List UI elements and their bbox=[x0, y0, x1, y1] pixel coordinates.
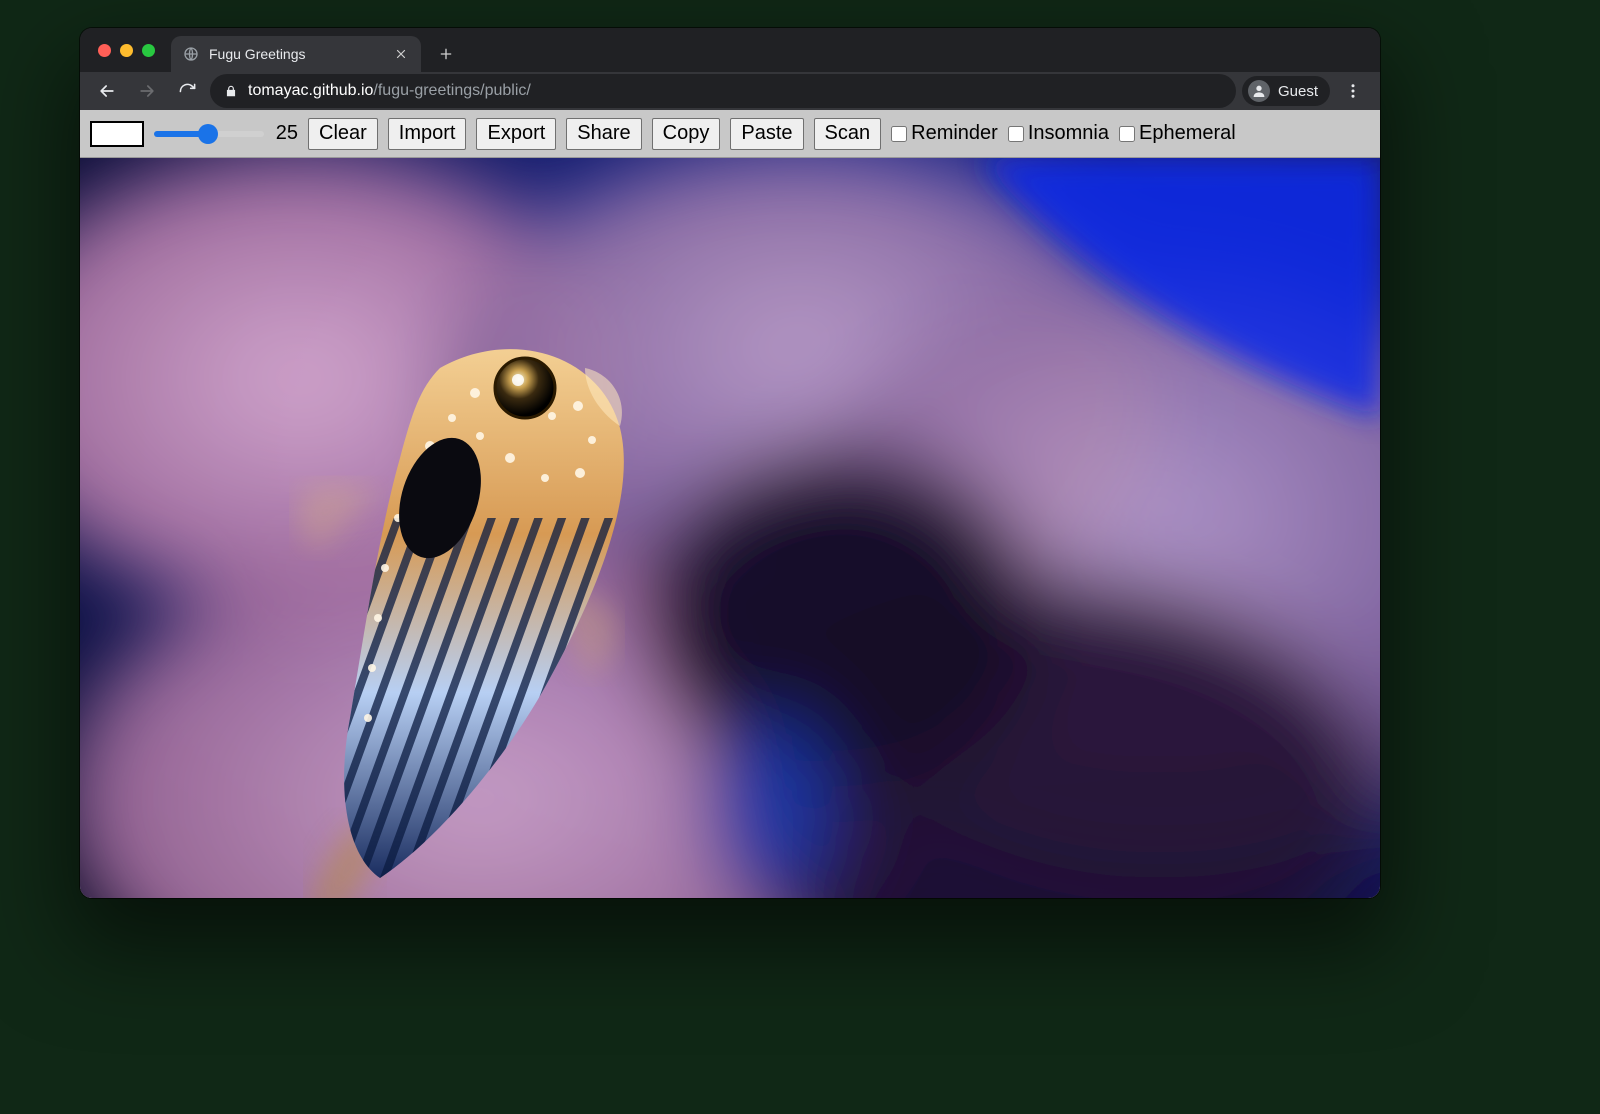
window-minimize-icon[interactable] bbox=[120, 44, 133, 57]
profile-chip[interactable]: Guest bbox=[1242, 76, 1330, 106]
clear-button[interactable]: Clear bbox=[308, 118, 378, 150]
scan-button[interactable]: Scan bbox=[814, 118, 882, 150]
app-toolbar: 25 Clear Import Export Share Copy Paste … bbox=[80, 110, 1380, 158]
globe-icon bbox=[183, 46, 199, 62]
reminder-label: Reminder bbox=[911, 122, 998, 145]
address-bar-row: tomayac.github.io/fugu-greetings/public/… bbox=[80, 72, 1380, 110]
profile-label: Guest bbox=[1278, 83, 1318, 100]
tab-title: Fugu Greetings bbox=[209, 46, 383, 62]
share-button[interactable]: Share bbox=[566, 118, 641, 150]
ephemeral-checkbox[interactable]: Ephemeral bbox=[1119, 122, 1236, 145]
browser-window: Fugu Greetings bbox=[80, 28, 1380, 898]
lock-icon bbox=[224, 84, 238, 98]
ephemeral-checkbox-input[interactable] bbox=[1119, 126, 1135, 142]
close-tab-icon[interactable] bbox=[393, 46, 409, 62]
browser-menu-button[interactable] bbox=[1336, 74, 1370, 108]
page-content: 25 Clear Import Export Share Copy Paste … bbox=[80, 110, 1380, 898]
paste-button[interactable]: Paste bbox=[730, 118, 803, 150]
window-controls bbox=[92, 28, 165, 72]
window-zoom-icon[interactable] bbox=[142, 44, 155, 57]
insomnia-checkbox[interactable]: Insomnia bbox=[1008, 122, 1109, 145]
color-swatch[interactable] bbox=[90, 121, 144, 147]
url-text: tomayac.github.io/fugu-greetings/public/ bbox=[248, 82, 1222, 100]
canvas-area[interactable] bbox=[80, 158, 1380, 898]
ephemeral-label: Ephemeral bbox=[1139, 122, 1236, 145]
reminder-checkbox-input[interactable] bbox=[891, 126, 907, 142]
tab-strip: Fugu Greetings bbox=[80, 28, 1380, 72]
reminder-checkbox[interactable]: Reminder bbox=[891, 122, 998, 145]
import-button[interactable]: Import bbox=[388, 118, 467, 150]
nav-forward-button[interactable] bbox=[130, 74, 164, 108]
export-button[interactable]: Export bbox=[476, 118, 556, 150]
insomnia-label: Insomnia bbox=[1028, 122, 1109, 145]
brush-size-slider[interactable] bbox=[154, 131, 264, 137]
insomnia-checkbox-input[interactable] bbox=[1008, 126, 1024, 142]
new-tab-button[interactable] bbox=[431, 39, 461, 69]
copy-button[interactable]: Copy bbox=[652, 118, 721, 150]
nav-back-button[interactable] bbox=[90, 74, 124, 108]
omnibox[interactable]: tomayac.github.io/fugu-greetings/public/ bbox=[210, 74, 1236, 108]
nav-reload-button[interactable] bbox=[170, 74, 204, 108]
url-host: tomayac.github.io bbox=[248, 82, 373, 99]
brush-size-control: 25 bbox=[154, 122, 298, 145]
window-close-icon[interactable] bbox=[98, 44, 111, 57]
url-path: /fugu-greetings/public/ bbox=[373, 82, 530, 99]
brush-size-value: 25 bbox=[272, 122, 298, 145]
browser-tab[interactable]: Fugu Greetings bbox=[171, 36, 421, 72]
guest-avatar-icon bbox=[1248, 80, 1270, 102]
